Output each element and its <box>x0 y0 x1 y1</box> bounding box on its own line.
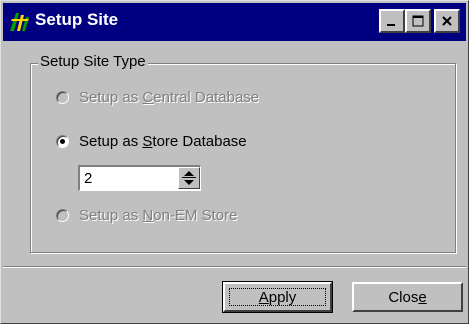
window-title: Setup Site <box>35 10 119 29</box>
radio-button-icon <box>56 209 69 222</box>
title-bar[interactable]: Setup Site <box>3 3 466 41</box>
store-number-value[interactable]: 2 <box>84 170 92 187</box>
radio-central-label: Setup as Central Database <box>79 89 260 106</box>
radio-central-database[interactable]: Setup as Central Database <box>56 89 259 106</box>
close-window-button[interactable] <box>434 9 460 33</box>
maximize-icon <box>412 15 424 27</box>
setup-site-window: Setup Site Setup Site Type Setup as Cent… <box>0 0 469 324</box>
close-label: Close <box>388 288 427 306</box>
footer-separator <box>3 266 466 268</box>
store-number-spinner[interactable]: 2 <box>78 165 201 191</box>
group-label: Setup Site Type <box>38 53 148 70</box>
apply-button[interactable]: Apply <box>222 281 333 313</box>
minimize-button[interactable] <box>379 9 405 33</box>
radio-store-label: Setup as Store Database <box>79 133 247 150</box>
radio-non-em-label: Setup as Non-EM Store <box>79 207 238 224</box>
close-icon <box>442 16 452 26</box>
radio-button-icon <box>56 135 69 148</box>
spinner-arrows[interactable] <box>178 167 200 189</box>
app-logo-icon <box>10 13 29 31</box>
up-down-arrow-icon <box>182 171 196 185</box>
radio-button-icon <box>56 91 69 104</box>
radio-selected-dot <box>60 139 65 144</box>
maximize-button[interactable] <box>405 9 431 33</box>
radio-store-database[interactable]: Setup as Store Database <box>56 133 247 150</box>
focus-rectangle <box>229 288 326 306</box>
radio-non-em-store[interactable]: Setup as Non-EM Store <box>56 207 237 224</box>
close-button[interactable]: Close <box>352 282 463 312</box>
minimize-icon <box>387 24 395 26</box>
